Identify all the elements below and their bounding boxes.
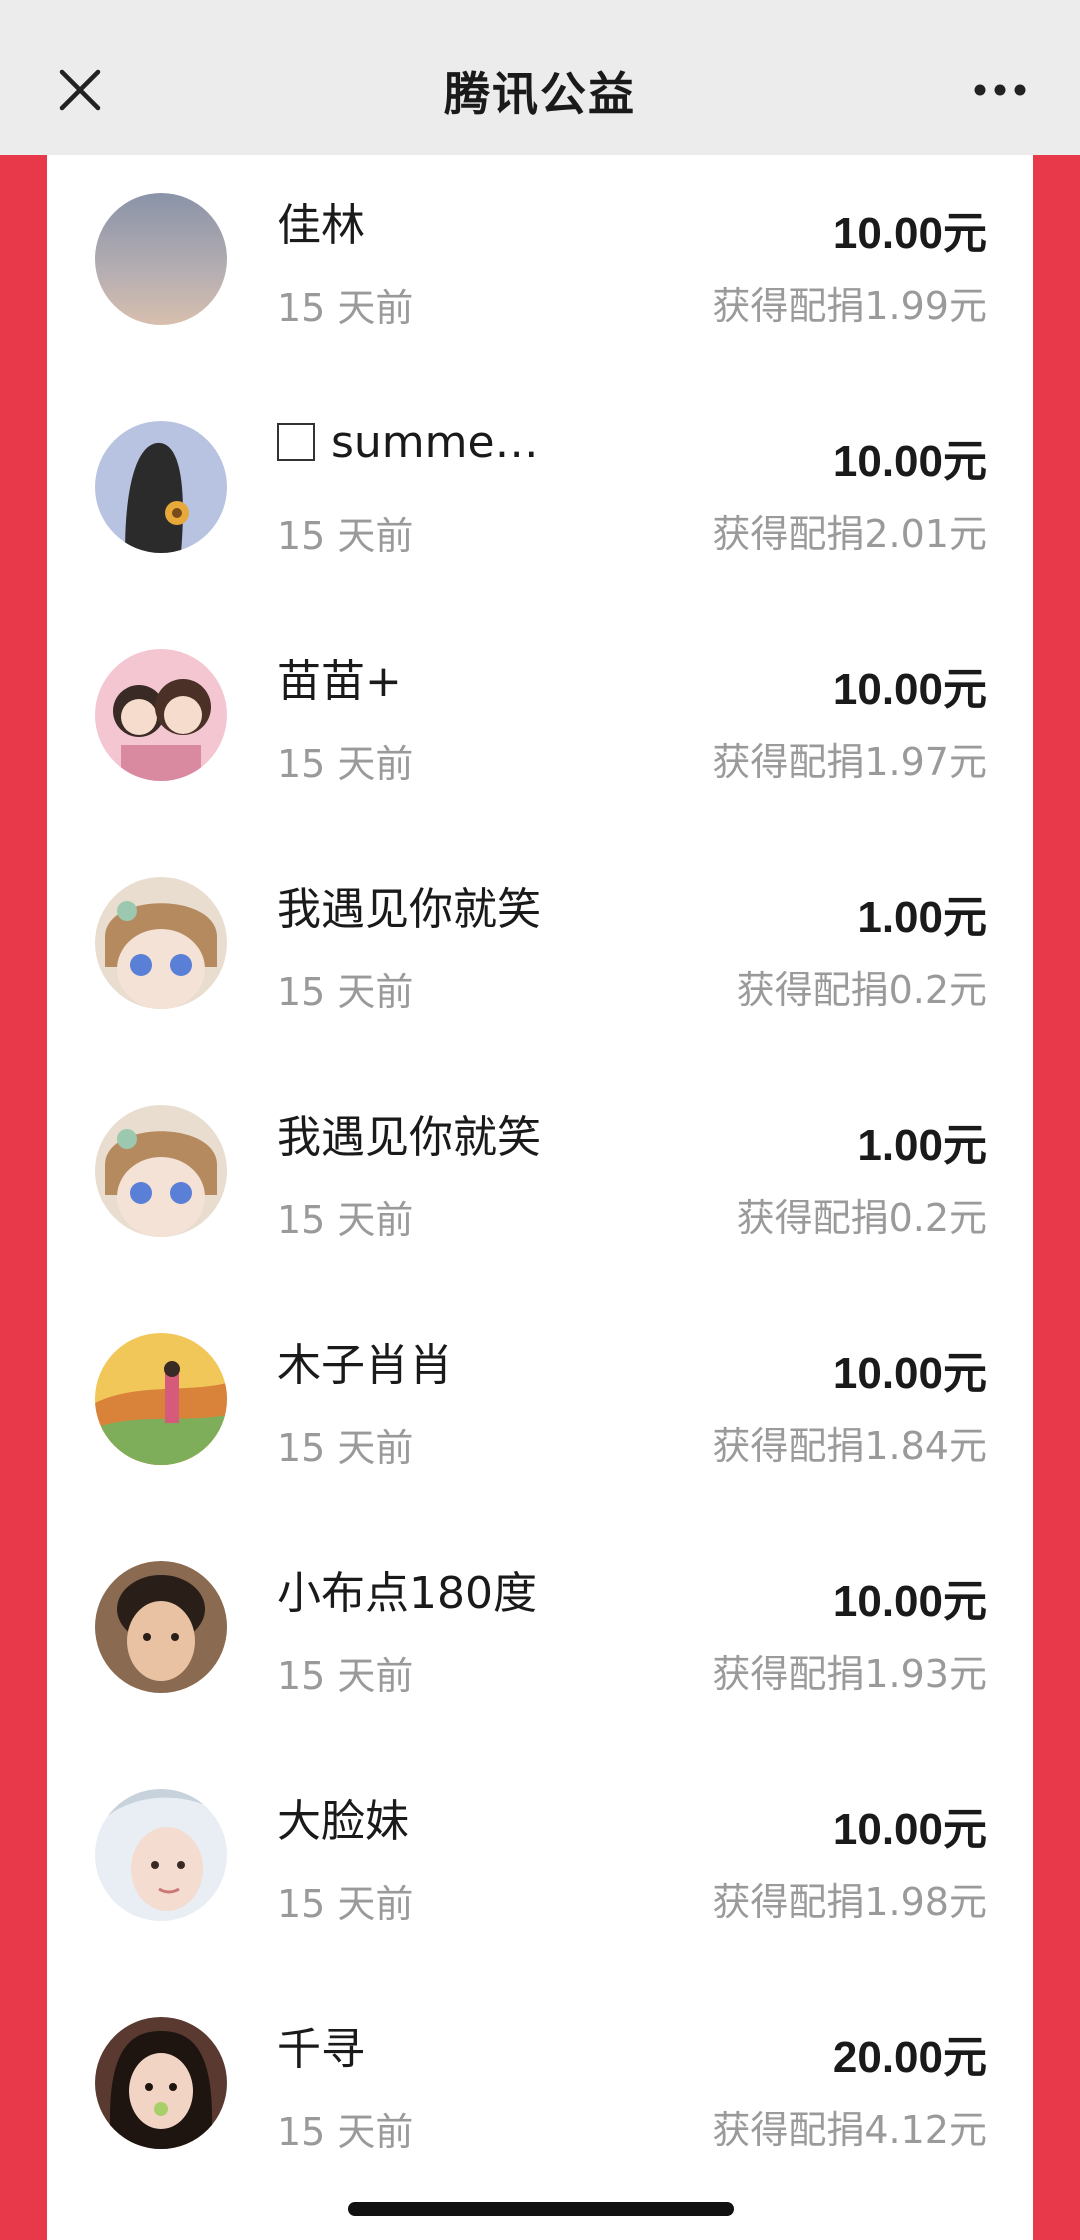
avatar[interactable]	[95, 649, 227, 781]
donor-name: 苗苗+	[277, 656, 402, 707]
list-item[interactable]: 苗苗+ 15 天前 10.00元 获得配捐1.97元	[47, 611, 1033, 839]
matched-donation: 获得配捐0.2元	[736, 1196, 987, 1240]
list-item[interactable]: summe… 15 天前 10.00元 获得配捐2.01元	[47, 383, 1033, 611]
matched-donation: 获得配捐0.2元	[736, 968, 987, 1012]
list-item[interactable]: 我遇见你就笑 15 天前 1.00元 获得配捐0.2元	[47, 839, 1033, 1067]
donation-time: 15 天前	[277, 1882, 414, 1926]
donation-time: 15 天前	[277, 1426, 414, 1470]
top-navigation-bar: 腾讯公益	[0, 0, 1080, 155]
avatar[interactable]	[95, 1561, 227, 1693]
donation-amount: 10.00元	[832, 665, 987, 714]
donor-name: summe…	[277, 417, 539, 468]
donor-name: 木子肖肖	[277, 1340, 453, 1391]
donor-name-text: summe…	[331, 417, 539, 468]
page-title: 腾讯公益	[444, 67, 636, 121]
donation-time: 15 天前	[277, 2110, 414, 2154]
more-horizontal-icon	[974, 84, 1026, 96]
donation-time: 15 天前	[277, 514, 414, 558]
list-item[interactable]: 小布点180度 15 天前 10.00元 获得配捐1.93元	[47, 1523, 1033, 1751]
donation-amount: 10.00元	[832, 1577, 987, 1626]
list-item[interactable]: 木子肖肖 15 天前 10.00元 获得配捐1.84元	[47, 1295, 1033, 1523]
avatar[interactable]	[95, 1789, 227, 1921]
donor-name: 小布点180度	[277, 1568, 537, 1619]
donation-amount: 1.00元	[857, 893, 987, 942]
donation-amount: 1.00元	[857, 1121, 987, 1170]
donation-time: 15 天前	[277, 1198, 414, 1242]
donation-amount: 10.00元	[832, 437, 987, 486]
donation-time: 15 天前	[277, 970, 414, 1014]
matched-donation: 获得配捐1.93元	[712, 1652, 987, 1696]
avatar[interactable]	[95, 2017, 227, 2149]
donor-name: 佳林	[277, 200, 365, 251]
matched-donation: 获得配捐4.12元	[712, 2108, 987, 2152]
list-item[interactable]: 大脸妹 15 天前 10.00元 获得配捐1.98元	[47, 1751, 1033, 1979]
donation-time: 15 天前	[277, 742, 414, 786]
matched-donation: 获得配捐1.98元	[712, 1880, 987, 1924]
matched-donation: 获得配捐2.01元	[712, 512, 987, 556]
list-item[interactable]: 我遇见你就笑 15 天前 1.00元 获得配捐0.2元	[47, 1067, 1033, 1295]
avatar[interactable]	[95, 421, 227, 553]
avatar[interactable]	[95, 193, 227, 325]
avatar[interactable]	[95, 1333, 227, 1465]
matched-donation: 获得配捐1.84元	[712, 1424, 987, 1468]
donation-amount: 10.00元	[832, 1349, 987, 1398]
page: 腾讯公益 佳林 15 天前 10.00元 获得配捐1.99元 summe… 15…	[0, 0, 1080, 2240]
more-button[interactable]	[960, 60, 1040, 120]
donation-amount: 20.00元	[832, 2033, 987, 2082]
donation-list: 佳林 15 天前 10.00元 获得配捐1.99元 summe… 15 天前 1…	[47, 155, 1033, 2240]
donation-amount: 10.00元	[832, 1805, 987, 1854]
avatar[interactable]	[95, 877, 227, 1009]
donor-name: 我遇见你就笑	[277, 1112, 541, 1163]
list-item[interactable]: 千寻 15 天前 20.00元 获得配捐4.12元	[47, 1979, 1033, 2207]
list-item[interactable]: 佳林 15 天前 10.00元 获得配捐1.99元	[47, 155, 1033, 383]
matched-donation: 获得配捐1.99元	[712, 284, 987, 328]
donation-time: 15 天前	[277, 286, 414, 330]
checkbox-glyph-icon	[277, 423, 315, 461]
donor-name: 大脸妹	[277, 1796, 409, 1847]
avatar[interactable]	[95, 1105, 227, 1237]
donor-name: 千寻	[277, 2024, 365, 2075]
donor-name: 我遇见你就笑	[277, 884, 541, 935]
donation-time: 15 天前	[277, 1654, 414, 1698]
home-indicator[interactable]	[348, 2202, 734, 2216]
donation-amount: 10.00元	[832, 209, 987, 258]
matched-donation: 获得配捐1.97元	[712, 740, 987, 784]
